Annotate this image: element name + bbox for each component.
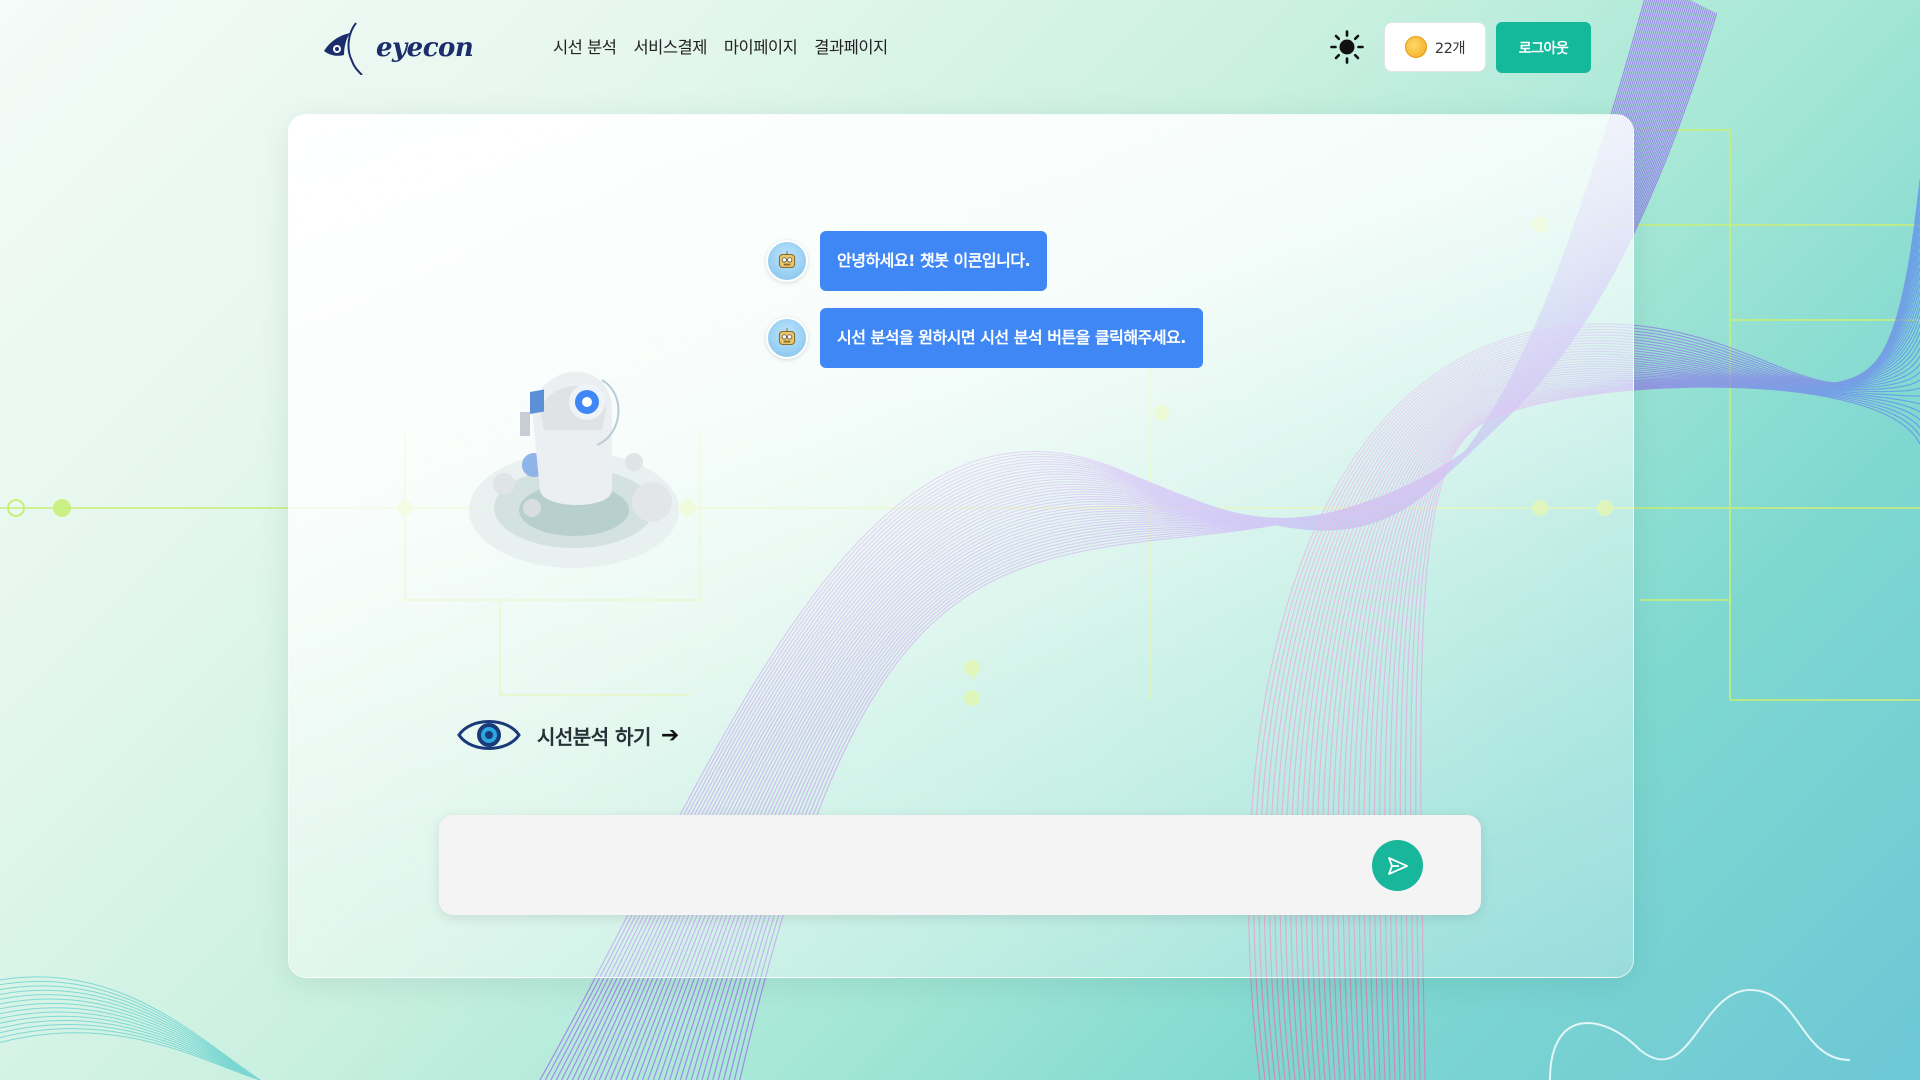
chat-input-bar xyxy=(439,815,1481,915)
coin-balance-badge[interactable]: 22개 xyxy=(1384,22,1486,72)
robot-illustration xyxy=(469,371,679,568)
sun-icon xyxy=(1330,30,1364,64)
nav-payment[interactable]: 서비스결제 xyxy=(633,34,707,58)
main-nav: 시선 분석 서비스결제 마이페이지 결과페이지 xyxy=(553,34,905,58)
chat-message: 안녕하세요! 챗봇 이콘입니다. xyxy=(766,231,1048,291)
robot-avatar-icon xyxy=(766,317,808,359)
robot-avatar-icon xyxy=(766,240,808,282)
wave-line xyxy=(0,998,261,1080)
wave-line xyxy=(0,1019,261,1080)
nav-gaze-analysis[interactable]: 시선 분석 xyxy=(553,34,617,58)
send-button[interactable] xyxy=(1372,840,1423,891)
wave-line xyxy=(0,1002,261,1080)
coin-icon xyxy=(1404,36,1427,58)
gaze-analysis-label: 시선분석 하기 xyxy=(537,724,651,749)
arrow-right-icon: ➔ xyxy=(660,722,680,748)
chat-input[interactable] xyxy=(463,835,1347,897)
logout-button[interactable]: 로그아웃 xyxy=(1496,22,1591,73)
chat-bubble: 시선 분석을 원하시면 시선 분석 버튼을 클릭해주세요. xyxy=(820,308,1203,368)
eye-icon xyxy=(457,720,521,750)
nav-mypage[interactable]: 마이페이지 xyxy=(724,34,798,58)
logo[interactable]: eyecon xyxy=(320,20,474,76)
wave-line xyxy=(0,1007,261,1080)
logo-text: eyecon xyxy=(376,33,474,63)
nav-results[interactable]: 결과페이지 xyxy=(814,34,888,58)
eye-logo-icon xyxy=(324,22,363,75)
top-header: eyecon 시선 분석 서비스결제 마이페이지 결과페이지 22개 로그아웃 xyxy=(0,0,1920,96)
chat-bubble: 안녕하세요! 챗봇 이콘입니다. xyxy=(820,231,1048,291)
gaze-analysis-link[interactable]: 시선분석 하기 ➔ xyxy=(457,710,679,760)
theme-toggle-button[interactable] xyxy=(1330,30,1364,64)
send-icon xyxy=(1387,856,1408,875)
coin-count: 22개 xyxy=(1434,40,1466,57)
chat-message: 시선 분석을 원하시면 시선 분석 버튼을 클릭해주세요. xyxy=(766,308,1203,368)
